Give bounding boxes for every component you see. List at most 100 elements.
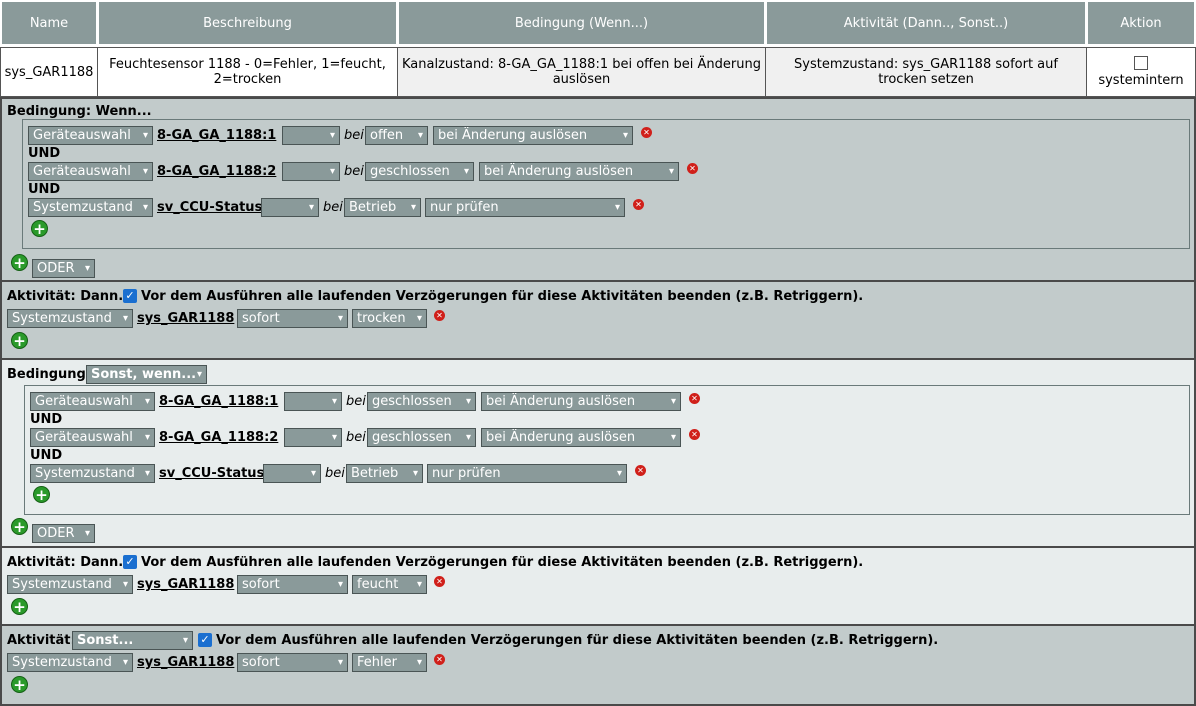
cond2-line2-target-link[interactable]: 8-GA_GA_1188:2 [159, 430, 278, 445]
act1-add-icon[interactable]: + [11, 332, 28, 349]
cond1-und-1: UND [28, 146, 61, 161]
condition-2-mode-select[interactable]: Sonst, wenn... ▾ [86, 365, 207, 384]
cond2-add-line-icon[interactable]: + [33, 486, 50, 503]
cond2-line1-state-select[interactable]: geschlossen ▾ [367, 392, 476, 411]
cond1-line1-target-link[interactable]: 8-GA_GA_1188:1 [157, 128, 276, 143]
cond1-line2-trigger-select[interactable]: bei Änderung auslösen ▾ [479, 162, 679, 181]
cond2-und-2: UND [30, 448, 63, 463]
cond1-add-line-icon[interactable]: + [31, 220, 48, 237]
cond2-line2-delete-icon[interactable]: ✕ [689, 429, 700, 440]
program-action-cell: systemintern [1086, 47, 1196, 97]
cond1-und-2: UND [28, 182, 61, 197]
cond2-line2-state-select[interactable]: geschlossen ▾ [367, 428, 476, 447]
cond2-line1-target-link[interactable]: 8-GA_GA_1188:1 [159, 394, 278, 409]
activity-section-2: Aktivität: Dann... ✓ Vor dem Ausführen a… [0, 548, 1196, 626]
cond1-line1-state-select[interactable]: offen ▾ [365, 126, 428, 145]
col-header-beschreibung: Beschreibung [97, 0, 398, 46]
cond1-line3-bei: bei [323, 200, 343, 215]
cond2-line3-trigger-select[interactable]: nur prüfen ▾ [427, 464, 627, 483]
cond2-line1-trigger-select[interactable]: bei Änderung auslösen ▾ [481, 392, 681, 411]
cond1-line3-type-select[interactable]: Systemzustand ▾ [28, 198, 153, 217]
act1-timing-select[interactable]: sofort ▾ [237, 309, 348, 328]
cond2-line1-bei: bei [346, 394, 366, 409]
condition-section-1: Bedingung: Wenn... Geräteauswahl ▾ 8-GA_G… [0, 97, 1196, 282]
condition-1-group: Geräteauswahl ▾ 8-GA_GA_1188:1 ▾ bei offe… [22, 119, 1190, 249]
cond2-line2-extra-select[interactable]: ▾ [284, 428, 342, 447]
activity-3-mode-select[interactable]: Sonst... ▾ [72, 631, 193, 650]
cond1-line1-trigger-select[interactable]: bei Änderung auslösen ▾ [433, 126, 633, 145]
act2-value-select[interactable]: feucht ▾ [352, 575, 427, 594]
act3-target-link[interactable]: sys_GAR1188 [137, 655, 234, 670]
activity-section-1: Aktivität: Dann... ✓ Vor dem Ausführen a… [0, 282, 1196, 360]
activity-section-3: Aktivität: Sonst... ▾ ✓ Vor dem Ausführen… [0, 626, 1196, 706]
activity-2-label: Aktivität: Dann... [7, 555, 134, 570]
cond2-line2-type-select[interactable]: Geräteauswahl ▾ [30, 428, 155, 447]
cond1-line2-target-link[interactable]: 8-GA_GA_1188:2 [157, 164, 276, 179]
cond2-und-1: UND [30, 412, 63, 427]
act3-timing-select[interactable]: sofort ▾ [237, 653, 348, 672]
col-header-aktion: Aktion [1086, 0, 1196, 46]
cond1-line1-extra-select[interactable]: ▾ [282, 126, 340, 145]
cond2-line3-delete-icon[interactable]: ✕ [635, 465, 646, 476]
condition-1-label: Bedingung: Wenn... [7, 104, 152, 119]
cond2-line3-bei: bei [325, 466, 345, 481]
condition-2-group: Geräteauswahl ▾ 8-GA_GA_1188:1 ▾ bei gesc… [24, 385, 1190, 515]
cond2-line1-type-select[interactable]: Geräteauswahl ▾ [30, 392, 155, 411]
act1-value-select[interactable]: trocken ▾ [352, 309, 427, 328]
act3-type-select[interactable]: Systemzustand ▾ [7, 653, 133, 672]
activity-2-checkbox[interactable]: ✓ [123, 555, 137, 569]
activity-1-checkbox-label: Vor dem Ausführen alle laufenden Verzöge… [141, 289, 864, 304]
cond1-line3-trigger-select[interactable]: nur prüfen ▾ [425, 198, 625, 217]
program-activity-summary: Systemzustand: sys_GAR1188 sofort auf tr… [765, 47, 1087, 97]
activity-3-label: Aktivität: [7, 633, 76, 648]
activity-3-checkbox[interactable]: ✓ [198, 633, 212, 647]
program-name: sys_GAR1188 [0, 47, 98, 97]
act2-add-icon[interactable]: + [11, 598, 28, 615]
cond2-add-group-icon[interactable]: + [11, 518, 28, 535]
condition-section-2: Bedingung: Sonst, wenn... ▾ Geräteauswahl… [0, 360, 1196, 548]
cond1-line1-type-select[interactable]: Geräteauswahl ▾ [28, 126, 153, 145]
systemintern-label: systemintern [1098, 73, 1184, 88]
cond2-line2-trigger-select[interactable]: bei Änderung auslösen ▾ [481, 428, 681, 447]
act2-delete-icon[interactable]: ✕ [434, 576, 445, 587]
activity-3-checkbox-label: Vor dem Ausführen alle laufenden Verzöge… [216, 633, 939, 648]
program-condition-summary: Kanalzustand: 8-GA_GA_1188:1 bei offen b… [397, 47, 766, 97]
cond2-line3-extra-select[interactable]: ▾ [263, 464, 321, 483]
cond1-oder-select[interactable]: ODER ▾ [32, 259, 95, 278]
cond2-line2-bei: bei [346, 430, 366, 445]
act2-target-link[interactable]: sys_GAR1188 [137, 577, 234, 592]
cond1-line1-bei: bei [344, 128, 364, 143]
cond2-line3-target-link[interactable]: sv_CCU-Status [159, 466, 264, 481]
program-description: Feuchtesensor 1188 - 0=Fehler, 1=feucht,… [97, 47, 398, 97]
cond1-line2-state-select[interactable]: geschlossen ▾ [365, 162, 474, 181]
act1-type-select[interactable]: Systemzustand ▾ [7, 309, 133, 328]
cond1-line2-type-select[interactable]: Geräteauswahl ▾ [28, 162, 153, 181]
cond1-line1-delete-icon[interactable]: ✕ [641, 127, 652, 138]
cond1-line3-delete-icon[interactable]: ✕ [633, 199, 644, 210]
cond1-line3-extra-select[interactable]: ▾ [261, 198, 319, 217]
cond1-line3-target-link[interactable]: sv_CCU-Status [157, 200, 262, 215]
cond1-line2-bei: bei [344, 164, 364, 179]
cond2-line1-extra-select[interactable]: ▾ [284, 392, 342, 411]
act3-delete-icon[interactable]: ✕ [434, 654, 445, 665]
cond1-line2-extra-select[interactable]: ▾ [282, 162, 340, 181]
cond2-line1-delete-icon[interactable]: ✕ [689, 393, 700, 404]
activity-1-checkbox[interactable]: ✓ [123, 289, 137, 303]
col-header-aktivitaet: Aktivität (Dann.., Sonst..) [765, 0, 1087, 46]
cond1-add-group-icon[interactable]: + [11, 254, 28, 271]
cond1-line3-state-select[interactable]: Betrieb ▾ [344, 198, 421, 217]
act2-timing-select[interactable]: sofort ▾ [237, 575, 348, 594]
act1-target-link[interactable]: sys_GAR1188 [137, 311, 234, 326]
col-header-bedingung: Bedingung (Wenn...) [397, 0, 766, 46]
cond1-line2-delete-icon[interactable]: ✕ [687, 163, 698, 174]
activity-1-label: Aktivität: Dann... [7, 289, 134, 304]
systemintern-checkbox[interactable] [1134, 56, 1148, 70]
cond2-line3-state-select[interactable]: Betrieb ▾ [346, 464, 423, 483]
activity-2-checkbox-label: Vor dem Ausführen alle laufenden Verzöge… [141, 555, 864, 570]
cond2-line3-type-select[interactable]: Systemzustand ▾ [30, 464, 155, 483]
act3-add-icon[interactable]: + [11, 676, 28, 693]
act3-value-select[interactable]: Fehler ▾ [352, 653, 427, 672]
act2-type-select[interactable]: Systemzustand ▾ [7, 575, 133, 594]
cond2-oder-select[interactable]: ODER ▾ [32, 524, 95, 543]
act1-delete-icon[interactable]: ✕ [434, 310, 445, 321]
